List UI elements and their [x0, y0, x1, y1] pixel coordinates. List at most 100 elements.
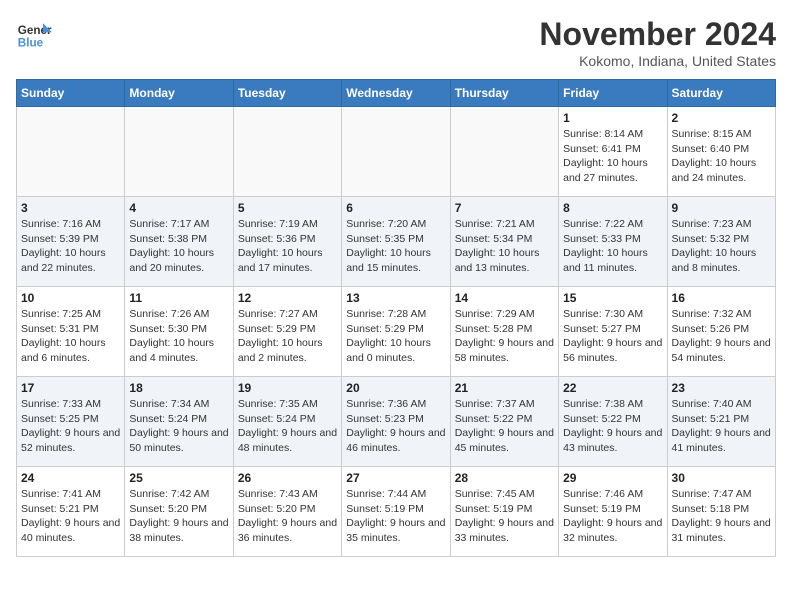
calendar-week-3: 10 Sunrise: 7:25 AM Sunset: 5:31 PM Dayli…: [17, 287, 776, 377]
day-info: Sunrise: 7:17 AM Sunset: 5:38 PM Dayligh…: [129, 217, 228, 276]
day-info: Sunrise: 7:33 AM Sunset: 5:25 PM Dayligh…: [21, 397, 120, 456]
calendar-week-5: 24 Sunrise: 7:41 AM Sunset: 5:21 PM Dayli…: [17, 467, 776, 557]
day-number: 12: [238, 291, 337, 305]
day-info: Sunrise: 7:25 AM Sunset: 5:31 PM Dayligh…: [21, 307, 120, 366]
day-info: Sunrise: 7:40 AM Sunset: 5:21 PM Dayligh…: [672, 397, 771, 456]
calendar-cell: 2 Sunrise: 8:15 AM Sunset: 6:40 PM Daylig…: [667, 107, 775, 197]
calendar-cell: 18 Sunrise: 7:34 AM Sunset: 5:24 PM Dayli…: [125, 377, 233, 467]
calendar-cell: 11Sunrise: 7:26 AM Sunset: 5:30 PM Dayli…: [125, 287, 233, 377]
calendar-cell: 4 Sunrise: 7:17 AM Sunset: 5:38 PM Daylig…: [125, 197, 233, 287]
day-number: 9: [672, 201, 771, 215]
day-number: 6: [346, 201, 445, 215]
calendar-cell: 8 Sunrise: 7:22 AM Sunset: 5:33 PM Daylig…: [559, 197, 667, 287]
day-info: Sunrise: 7:22 AM Sunset: 5:33 PM Dayligh…: [563, 217, 662, 276]
day-number: 10: [21, 291, 120, 305]
day-info: Sunrise: 7:41 AM Sunset: 5:21 PM Dayligh…: [21, 487, 120, 546]
calendar-cell: 22Sunrise: 7:38 AM Sunset: 5:22 PM Dayli…: [559, 377, 667, 467]
day-number: 20: [346, 381, 445, 395]
day-info: Sunrise: 7:23 AM Sunset: 5:32 PM Dayligh…: [672, 217, 771, 276]
page-header: General Blue November 2024 Kokomo, India…: [16, 16, 776, 69]
calendar-cell: 7 Sunrise: 7:21 AM Sunset: 5:34 PM Daylig…: [450, 197, 558, 287]
day-number: 23: [672, 381, 771, 395]
day-number: 3: [21, 201, 120, 215]
calendar-cell: 20 Sunrise: 7:36 AM Sunset: 5:23 PM Dayli…: [342, 377, 450, 467]
day-number: 17: [21, 381, 120, 395]
calendar-header-monday: Monday: [125, 80, 233, 107]
day-number: 21: [455, 381, 554, 395]
day-info: Sunrise: 7:42 AM Sunset: 5:20 PM Dayligh…: [129, 487, 228, 546]
day-info: Sunrise: 7:21 AM Sunset: 5:34 PM Dayligh…: [455, 217, 554, 276]
day-info: Sunrise: 7:20 AM Sunset: 5:35 PM Dayligh…: [346, 217, 445, 276]
calendar-cell: 24 Sunrise: 7:41 AM Sunset: 5:21 PM Dayli…: [17, 467, 125, 557]
day-number: 16: [672, 291, 771, 305]
logo: General Blue: [16, 16, 56, 52]
day-info: Sunrise: 7:35 AM Sunset: 5:24 PM Dayligh…: [238, 397, 337, 456]
day-number: 18: [129, 381, 228, 395]
calendar-body: 1Sunrise: 8:14 AM Sunset: 6:41 PM Daylig…: [17, 107, 776, 557]
day-number: 30: [672, 471, 771, 485]
calendar-cell: 1Sunrise: 8:14 AM Sunset: 6:41 PM Daylig…: [559, 107, 667, 197]
location: Kokomo, Indiana, United States: [539, 53, 776, 69]
day-number: 4: [129, 201, 228, 215]
day-number: 7: [455, 201, 554, 215]
calendar-cell: 13Sunrise: 7:28 AM Sunset: 5:29 PM Dayli…: [342, 287, 450, 377]
calendar-header-wednesday: Wednesday: [342, 80, 450, 107]
day-number: 19: [238, 381, 337, 395]
calendar-table: SundayMondayTuesdayWednesdayThursdayFrid…: [16, 79, 776, 557]
day-info: Sunrise: 7:19 AM Sunset: 5:36 PM Dayligh…: [238, 217, 337, 276]
day-number: 28: [455, 471, 554, 485]
day-info: Sunrise: 7:32 AM Sunset: 5:26 PM Dayligh…: [672, 307, 771, 366]
calendar-cell: 6 Sunrise: 7:20 AM Sunset: 5:35 PM Daylig…: [342, 197, 450, 287]
day-number: 8: [563, 201, 662, 215]
day-number: 11: [129, 291, 228, 305]
day-number: 1: [563, 111, 662, 125]
calendar-cell: 26 Sunrise: 7:43 AM Sunset: 5:20 PM Dayli…: [233, 467, 341, 557]
day-info: Sunrise: 7:43 AM Sunset: 5:20 PM Dayligh…: [238, 487, 337, 546]
calendar-cell: 3Sunrise: 7:16 AM Sunset: 5:39 PM Daylig…: [17, 197, 125, 287]
day-info: Sunrise: 7:34 AM Sunset: 5:24 PM Dayligh…: [129, 397, 228, 456]
calendar-header-friday: Friday: [559, 80, 667, 107]
calendar-header-thursday: Thursday: [450, 80, 558, 107]
calendar-header-sunday: Sunday: [17, 80, 125, 107]
day-number: 27: [346, 471, 445, 485]
day-info: Sunrise: 7:45 AM Sunset: 5:19 PM Dayligh…: [455, 487, 554, 546]
calendar-cell: 14 Sunrise: 7:29 AM Sunset: 5:28 PM Dayli…: [450, 287, 558, 377]
day-number: 14: [455, 291, 554, 305]
day-info: Sunrise: 8:15 AM Sunset: 6:40 PM Dayligh…: [672, 127, 771, 186]
day-info: Sunrise: 7:27 AM Sunset: 5:29 PM Dayligh…: [238, 307, 337, 366]
title-section: November 2024 Kokomo, Indiana, United St…: [539, 16, 776, 69]
day-number: 29: [563, 471, 662, 485]
calendar-cell: 28 Sunrise: 7:45 AM Sunset: 5:19 PM Dayli…: [450, 467, 558, 557]
day-info: Sunrise: 7:29 AM Sunset: 5:28 PM Dayligh…: [455, 307, 554, 366]
calendar-week-4: 17 Sunrise: 7:33 AM Sunset: 5:25 PM Dayli…: [17, 377, 776, 467]
calendar-cell: 17 Sunrise: 7:33 AM Sunset: 5:25 PM Dayli…: [17, 377, 125, 467]
day-info: Sunrise: 7:44 AM Sunset: 5:19 PM Dayligh…: [346, 487, 445, 546]
day-info: Sunrise: 7:36 AM Sunset: 5:23 PM Dayligh…: [346, 397, 445, 456]
day-info: Sunrise: 7:30 AM Sunset: 5:27 PM Dayligh…: [563, 307, 662, 366]
day-info: Sunrise: 7:46 AM Sunset: 5:19 PM Dayligh…: [563, 487, 662, 546]
calendar-week-2: 3Sunrise: 7:16 AM Sunset: 5:39 PM Daylig…: [17, 197, 776, 287]
calendar-header-row: SundayMondayTuesdayWednesdayThursdayFrid…: [17, 80, 776, 107]
calendar-header-tuesday: Tuesday: [233, 80, 341, 107]
day-number: 25: [129, 471, 228, 485]
svg-text:Blue: Blue: [18, 37, 44, 50]
day-number: 2: [672, 111, 771, 125]
day-info: Sunrise: 7:38 AM Sunset: 5:22 PM Dayligh…: [563, 397, 662, 456]
calendar-cell: 30Sunrise: 7:47 AM Sunset: 5:18 PM Dayli…: [667, 467, 775, 557]
calendar-cell: [342, 107, 450, 197]
day-number: 15: [563, 291, 662, 305]
day-number: 24: [21, 471, 120, 485]
calendar-cell: 12 Sunrise: 7:27 AM Sunset: 5:29 PM Dayli…: [233, 287, 341, 377]
calendar-cell: 10 Sunrise: 7:25 AM Sunset: 5:31 PM Dayli…: [17, 287, 125, 377]
calendar-cell: 23 Sunrise: 7:40 AM Sunset: 5:21 PM Dayli…: [667, 377, 775, 467]
day-number: 13: [346, 291, 445, 305]
day-number: 26: [238, 471, 337, 485]
calendar-cell: [17, 107, 125, 197]
calendar-cell: 19 Sunrise: 7:35 AM Sunset: 5:24 PM Dayli…: [233, 377, 341, 467]
calendar-cell: 27 Sunrise: 7:44 AM Sunset: 5:19 PM Dayli…: [342, 467, 450, 557]
calendar-week-1: 1Sunrise: 8:14 AM Sunset: 6:41 PM Daylig…: [17, 107, 776, 197]
logo-icon: General Blue: [16, 16, 52, 52]
day-number: 5: [238, 201, 337, 215]
month-title: November 2024: [539, 16, 776, 53]
day-info: Sunrise: 7:37 AM Sunset: 5:22 PM Dayligh…: [455, 397, 554, 456]
